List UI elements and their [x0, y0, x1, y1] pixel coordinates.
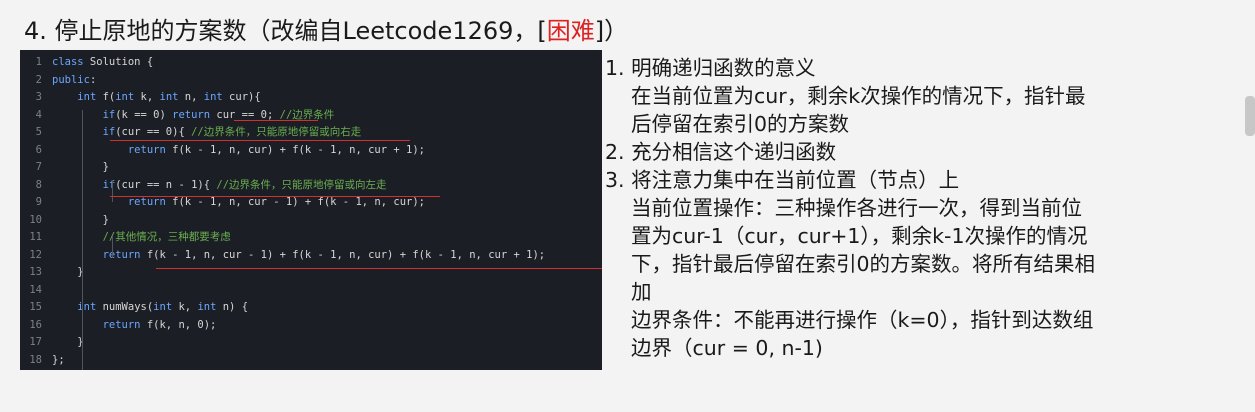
point-3-detail-d: 加 [631, 280, 652, 304]
line-number: 16 [29, 318, 42, 331]
code-line: 16 return f(k, n, 0); [20, 317, 216, 334]
line-number: 18 [29, 353, 42, 366]
code-line: 11 //其他情况，三种都要考虑 [20, 229, 231, 246]
code-text: if(cur == n - 1){ //边界条件，只能原地停留或向左走 [102, 178, 387, 191]
line-number: 14 [29, 283, 42, 296]
point-3-detail-a: 当前位置操作：三种操作各进行一次，得到当前位 [631, 196, 1082, 220]
line-number: 3 [35, 91, 42, 103]
explanation-notes: 1. 明确递归函数的意义 在当前位置为cur，剩余k次操作的情况下，指针最 后停… [605, 54, 1245, 362]
difficulty-label: 困难 [546, 17, 595, 45]
code-text: if(k == 0) return cur == 0; //边界条件 [102, 108, 335, 121]
line-number: 10 [29, 213, 42, 226]
point-1-detail-a: 在当前位置为cur，剩余k次操作的情况下，指针最 [631, 84, 1086, 108]
code-text: public: [52, 73, 97, 86]
code-text: class Solution { [52, 56, 154, 68]
code-text: int f(int k, int n, int cur){ [77, 91, 261, 103]
indent-guide [112, 180, 113, 202]
code-line: 2 public: [20, 72, 97, 89]
code-text: return f(k - 1, n, cur - 1) + f(k - 1, n… [102, 248, 546, 261]
code-text: return f(k - 1, n, cur) + f(k - 1, n, cu… [127, 143, 425, 156]
code-text: } [52, 161, 109, 173]
line-number: 12 [29, 248, 42, 261]
point-3: 3. 将注意力集中在当前位置（节点）上 [605, 168, 960, 192]
code-line: 12 return f(k - 1, n, cur - 1) + f(k - 1… [20, 247, 545, 264]
point-1-detail-b: 后停留在索引0的方案数 [631, 112, 850, 136]
line-number: 5 [35, 126, 42, 138]
code-text: return f(k, n, 0); [102, 318, 217, 331]
code-line: 17 } [20, 334, 84, 351]
red-underline-annotation [234, 120, 318, 121]
code-line: 15 int numWays(int k, int n) { [20, 299, 248, 316]
code-text: return f(k - 1, n, cur - 1) + f(k - 1, n… [127, 196, 425, 208]
slide-title: 4. 停止原地的方案数（改编自Leetcode1269，[困难]） [24, 14, 628, 48]
red-underline-annotation [110, 196, 440, 197]
code-line: 1 class Solution { [20, 54, 153, 71]
code-text: }; [52, 353, 65, 366]
line-number: 17 [29, 336, 42, 348]
line-number: 1 [35, 56, 42, 68]
code-line: 6 return f(k - 1, n, cur) + f(k - 1, n, … [20, 142, 425, 159]
code-line: 7 } [20, 159, 109, 176]
line-number: 8 [35, 178, 42, 191]
code-text: } [52, 266, 84, 278]
point-1: 1. 明确递归函数的意义 [605, 56, 816, 80]
line-number: 2 [35, 73, 42, 86]
code-text: if(cur == 0){ //边界条件，只能原地停留或向右走 [102, 126, 362, 138]
vertical-scrollbar[interactable] [1245, 96, 1255, 136]
indent-guide [82, 110, 83, 330]
line-number: 6 [35, 143, 42, 156]
line-number: 7 [35, 161, 42, 173]
code-line: 13 } [20, 264, 84, 281]
code-line: 3 int f(int k, int n, int cur){ [20, 89, 261, 106]
point-3-detail-f: 边界（cur = 0, n-1) [631, 336, 823, 360]
indent-guide [82, 320, 83, 370]
code-line: 5 if(cur == 0){ //边界条件，只能原地停留或向右走 [20, 124, 362, 141]
point-3-detail-c: 下，指针最后停留在索引0的方案数。将所有结果相 [631, 252, 1096, 276]
point-2: 2. 充分相信这个递归函数 [605, 140, 837, 164]
code-editor: 1 class Solution { 2 public: 3 int f(int k, … [20, 50, 602, 370]
code-text: } [52, 213, 109, 226]
line-number: 4 [35, 108, 42, 121]
red-underline-annotation [110, 140, 410, 141]
code-text: } [52, 336, 84, 348]
code-text: //其他情况，三种都要考虑 [102, 231, 231, 243]
point-3-detail-e: 边界条件：不能再进行操作（k=0），指针到达数组 [631, 308, 1094, 332]
line-number: 11 [29, 231, 42, 243]
title-suffix: ]） [594, 17, 629, 45]
line-number: 13 [29, 266, 42, 278]
code-line: 8 if(cur == n - 1){ //边界条件，只能原地停留或向左走 [20, 177, 387, 194]
indent-guide [112, 236, 113, 258]
red-underline-annotation [156, 268, 602, 269]
line-number: 9 [35, 196, 42, 208]
code-line: 10 } [20, 212, 109, 229]
title-prefix: 4. 停止原地的方案数（改编自Leetcode1269，[ [24, 17, 547, 45]
point-3-detail-b: 置为cur-1（cur，cur+1），剩余k-1次操作的情况 [631, 224, 1088, 248]
line-number: 15 [29, 301, 42, 313]
code-line: 18}; [20, 352, 65, 369]
code-line: 14 [20, 282, 52, 299]
